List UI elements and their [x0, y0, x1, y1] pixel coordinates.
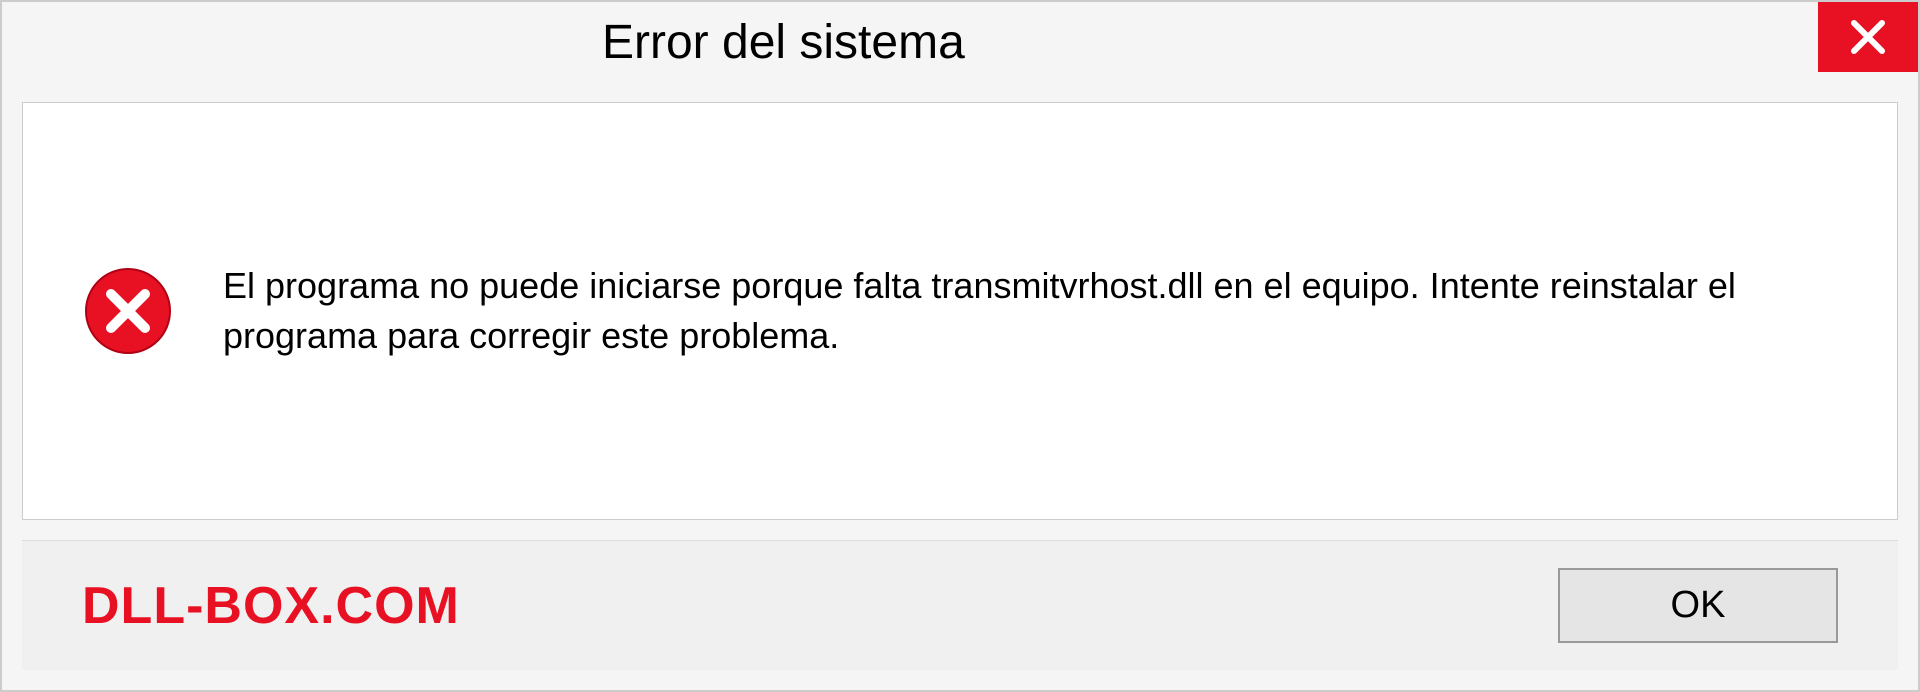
dialog-title: Error del sistema [602, 15, 965, 70]
titlebar: Error del sistema [2, 2, 1918, 82]
close-button[interactable] [1818, 2, 1918, 72]
close-icon [1848, 17, 1888, 57]
error-message: El programa no puede iniciarse porque fa… [223, 261, 1837, 362]
ok-button[interactable]: OK [1558, 568, 1838, 643]
dialog-footer: DLL-BOX.COM OK [22, 540, 1898, 670]
error-dialog: Error del sistema El programa no puede i… [0, 0, 1920, 692]
content-area: El programa no puede iniciarse porque fa… [22, 102, 1898, 520]
error-icon [83, 266, 173, 356]
watermark-text: DLL-BOX.COM [82, 576, 460, 636]
